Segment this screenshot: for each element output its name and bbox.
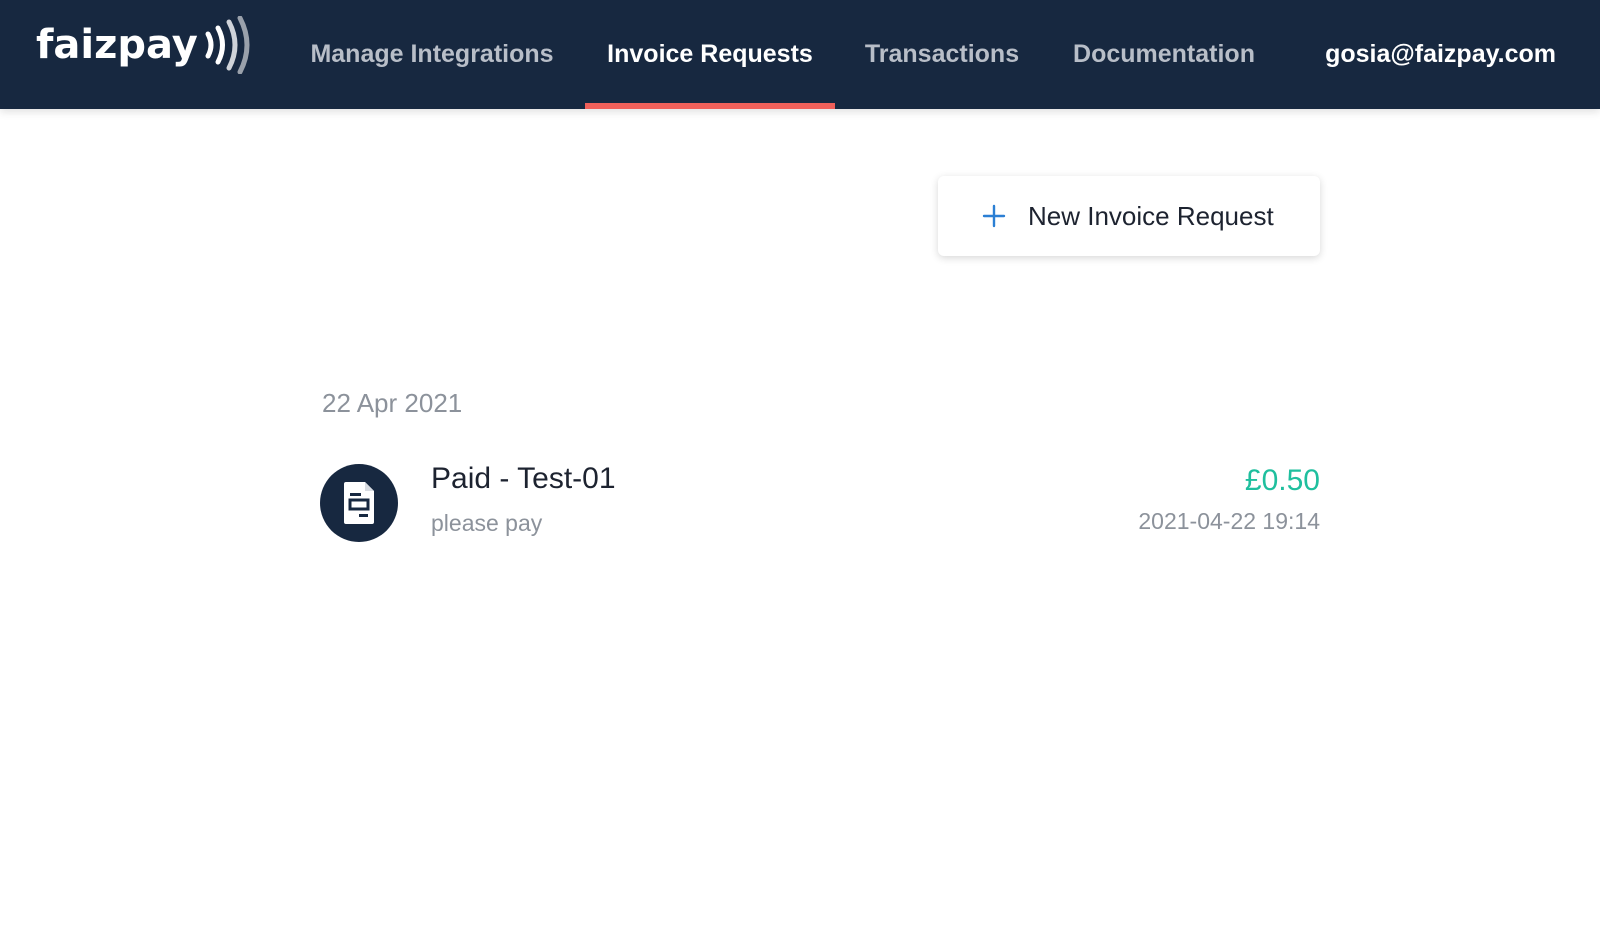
nav-tab-label: Transactions (864, 40, 1020, 68)
invoice-description: please pay (431, 510, 543, 536)
new-invoice-request-button[interactable]: New Invoice Request (938, 176, 1320, 256)
invoice-list-item[interactable]: Paid - Test-01 please pay £0.50 2021-04-… (320, 462, 1320, 542)
top-navbar: faizpay Manage Integrations Invoice Requ… (0, 0, 1600, 109)
plus-icon (982, 204, 1006, 228)
logo-text: faizpay (36, 22, 198, 68)
nav-tab-label: Manage Integrations (310, 40, 554, 68)
contactless-waves-icon (205, 16, 250, 74)
new-invoice-request-label: New Invoice Request (1028, 200, 1274, 231)
user-email: gosia@faizpay.com (1325, 40, 1556, 68)
nav-tab-documentation[interactable]: Documentation (1064, 0, 1264, 109)
user-account-menu[interactable]: gosia@faizpay.com (1325, 0, 1556, 109)
active-tab-indicator (585, 103, 835, 109)
document-icon (344, 482, 374, 524)
nav-tab-transactions[interactable]: Transactions (852, 0, 1032, 109)
nav-tab-label: Documentation (1073, 40, 1255, 68)
nav-tab-invoice-requests[interactable]: Invoice Requests (585, 0, 835, 109)
nav-tab-manage-integrations[interactable]: Manage Integrations (296, 0, 568, 109)
invoice-amount: £0.50 (1244, 464, 1320, 497)
invoice-avatar (320, 464, 398, 542)
invoice-title: Paid - Test-01 (431, 462, 616, 495)
faizpay-logo[interactable]: faizpay (36, 16, 250, 74)
date-group-header: 22 Apr 2021 (322, 388, 463, 418)
nav-tab-label: Invoice Requests (607, 40, 813, 68)
invoice-timestamp: 2021-04-22 19:14 (1138, 508, 1320, 534)
